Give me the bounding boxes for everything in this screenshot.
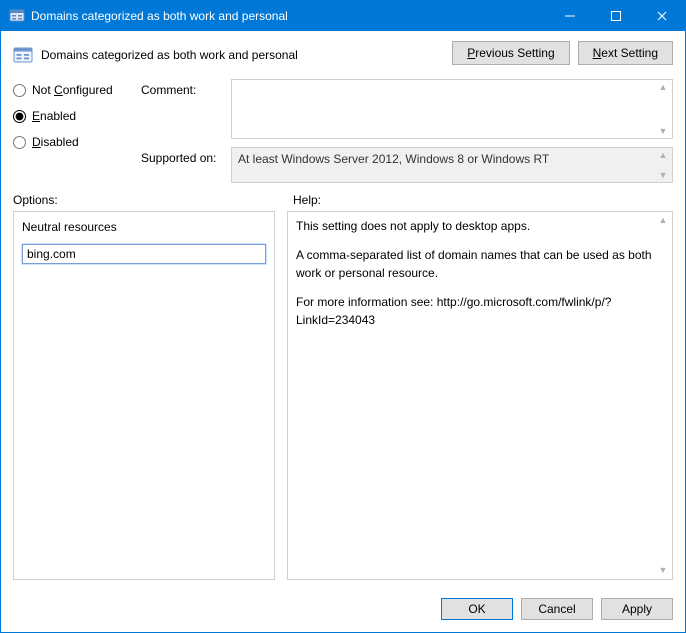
titlebar: Domains categorized as both work and per… [1,1,685,31]
dialog-footer: OK Cancel Apply [1,590,685,632]
neutral-resources-label: Neutral resources [22,220,266,234]
help-text-1: This setting does not apply to desktop a… [296,218,654,235]
help-heading: Help: [293,193,673,207]
previous-setting-button[interactable]: Previous Setting [452,41,569,65]
radio-disabled[interactable]: Disabled [13,135,123,149]
window-controls [547,1,685,31]
neutral-resources-input[interactable] [22,244,266,264]
help-panel: This setting does not apply to desktop a… [287,211,673,580]
options-heading: Options: [13,193,275,207]
radio-not-configured[interactable]: Not Configured [13,83,123,97]
radio-not-configured-input[interactable] [13,84,26,97]
help-text-2: A comma-separated list of domain names t… [296,247,654,282]
radio-enabled-input[interactable] [13,110,26,123]
ok-button[interactable]: OK [441,598,513,620]
supported-on-value: At least Windows Server 2012, Windows 8 … [231,147,673,183]
minimize-button[interactable] [547,1,593,31]
comment-scrollbar[interactable]: ▲▼ [656,82,670,136]
policy-icon [13,45,33,65]
cancel-button[interactable]: Cancel [521,598,593,620]
page-title: Domains categorized as both work and per… [41,48,298,62]
app-icon [9,8,25,24]
supported-on-label: Supported on: [141,147,221,165]
apply-button[interactable]: Apply [601,598,673,620]
window-title: Domains categorized as both work and per… [31,9,547,23]
help-scrollbar[interactable]: ▲▼ [656,214,670,577]
help-text-3: For more information see: http://go.micr… [296,294,654,329]
comment-textarea[interactable]: ▲▼ [231,79,673,139]
comment-label: Comment: [141,79,221,97]
supported-scrollbar: ▲▼ [656,150,670,180]
next-setting-button[interactable]: Next Setting [578,41,673,65]
policy-state-group: Not Configured Enabled Disabled [13,79,123,183]
options-panel: Neutral resources [13,211,275,580]
radio-enabled[interactable]: Enabled [13,109,123,123]
maximize-button[interactable] [593,1,639,31]
radio-disabled-input[interactable] [13,136,26,149]
close-button[interactable] [639,1,685,31]
